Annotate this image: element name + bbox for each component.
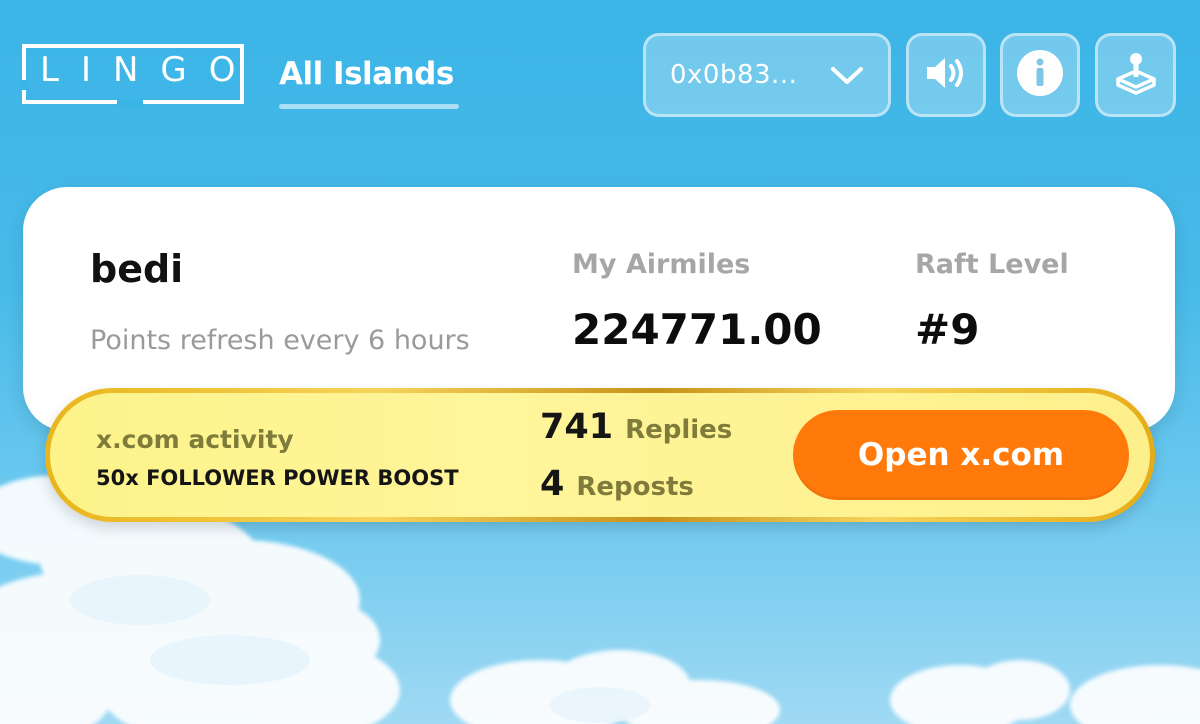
airmiles-value: 224771.00 — [572, 305, 822, 354]
reposts-stat: 4 Reposts — [540, 464, 694, 504]
x-activity-banner: x.com activity 50x FOLLOWER POWER BOOST … — [45, 388, 1155, 522]
sound-toggle-button[interactable] — [906, 33, 986, 117]
lingo-logo[interactable]: LINGO — [20, 44, 258, 108]
reposts-label: Reposts — [576, 472, 694, 502]
points-refresh-note: Points refresh every 6 hours — [90, 325, 470, 356]
follower-boost-text: 50x FOLLOWER POWER BOOST — [96, 466, 459, 490]
username: bedi — [90, 247, 184, 291]
logo-text: LINGO — [40, 50, 258, 90]
airmiles-label: My Airmiles — [572, 249, 751, 280]
replies-label: Replies — [625, 415, 733, 445]
replies-stat: 741 Replies — [540, 407, 732, 447]
game-button[interactable] — [1095, 33, 1176, 117]
reposts-count: 4 — [540, 464, 565, 504]
x-activity-banner-inner: x.com activity 50x FOLLOWER POWER BOOST … — [50, 393, 1150, 517]
info-button[interactable] — [1000, 33, 1080, 117]
wallet-address: 0x0b83... — [670, 60, 798, 90]
raft-level-label: Raft Level — [915, 249, 1069, 280]
wallet-dropdown-button[interactable]: 0x0b83... — [643, 33, 891, 117]
info-icon — [1016, 49, 1064, 101]
all-islands-link[interactable]: All Islands — [279, 56, 454, 92]
replies-count: 741 — [540, 407, 614, 447]
logo-frame-gap — [117, 98, 143, 108]
raft-level-value: #9 — [915, 305, 980, 354]
joystick-icon — [1112, 49, 1160, 101]
active-nav-underline — [279, 104, 459, 109]
speaker-icon — [923, 53, 969, 97]
open-x-button[interactable]: Open x.com — [793, 410, 1129, 500]
activity-title: x.com activity — [96, 425, 294, 454]
chevron-down-icon — [830, 66, 864, 90]
